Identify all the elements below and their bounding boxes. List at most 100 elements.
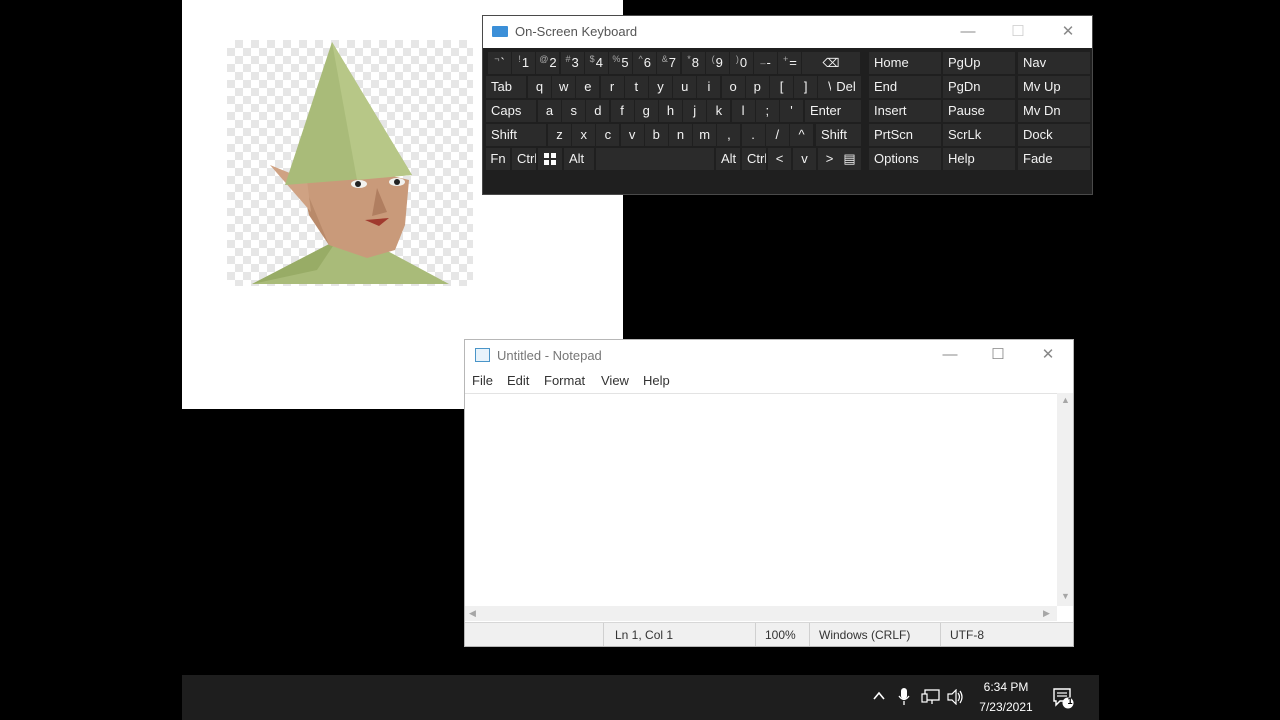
network-icon[interactable] — [921, 688, 941, 706]
key-^[interactable]: ^ — [790, 124, 813, 146]
key-`[interactable]: ¬` — [488, 52, 511, 74]
key-dock[interactable]: Dock — [1018, 124, 1090, 146]
key-f[interactable]: f — [610, 100, 634, 122]
key-z[interactable]: z — [548, 124, 571, 146]
key-2[interactable]: @2 — [536, 52, 560, 74]
key-/[interactable]: / — [765, 124, 789, 146]
chevron-up-icon[interactable] — [872, 689, 886, 703]
key-del[interactable]: Del — [831, 76, 861, 98]
scroll-up-icon[interactable]: ▲ — [1061, 395, 1070, 405]
key-ctrl-right[interactable]: Ctrl — [742, 148, 766, 170]
key-home[interactable]: Home — [869, 52, 941, 74]
notepad-titlebar[interactable]: Untitled - Notepad — ☐ ✕ — [465, 340, 1073, 370]
key-down-arrow[interactable]: v — [793, 148, 816, 170]
key-windows[interactable] — [538, 148, 562, 170]
key-shift-left[interactable]: Shift — [486, 124, 546, 146]
microphone-icon[interactable] — [898, 687, 910, 707]
key-7[interactable]: &7 — [657, 52, 681, 74]
key-caps[interactable]: Caps — [486, 100, 536, 122]
maximize-button[interactable]: ☐ — [975, 340, 1021, 370]
menu-file[interactable]: File — [472, 373, 493, 388]
minimize-button[interactable]: — — [927, 340, 973, 370]
key-prtscn[interactable]: PrtScn — [869, 124, 941, 146]
key-help[interactable]: Help — [943, 148, 1015, 170]
menu-edit[interactable]: Edit — [507, 373, 529, 388]
key-r[interactable]: r — [600, 76, 624, 98]
osk-titlebar[interactable]: On-Screen Keyboard — ☐ ✕ — [483, 16, 1092, 48]
key-s[interactable]: s — [562, 100, 586, 122]
key-3[interactable]: #3 — [560, 52, 584, 74]
key-;[interactable]: ; — [755, 100, 779, 122]
key-x[interactable]: x — [572, 124, 596, 146]
vertical-scrollbar[interactable]: ▲ ▼ — [1057, 393, 1073, 606]
key-c[interactable]: c — [596, 124, 620, 146]
key-nav[interactable]: Nav — [1018, 52, 1090, 74]
scroll-right-icon[interactable]: ▶ — [1043, 608, 1050, 619]
menu-help[interactable]: Help — [643, 373, 670, 388]
key-'[interactable]: ' — [780, 100, 803, 122]
key-a[interactable]: a — [538, 100, 561, 122]
key-tab[interactable]: Tab — [486, 76, 526, 98]
key--[interactable]: _- — [754, 52, 778, 74]
key-d[interactable]: d — [586, 100, 610, 122]
key-1[interactable]: !1 — [512, 52, 536, 74]
key-v[interactable]: v — [620, 124, 644, 146]
scroll-down-icon[interactable]: ▼ — [1061, 591, 1070, 601]
close-button[interactable]: ✕ — [1025, 340, 1071, 370]
scroll-left-icon[interactable]: ◀ — [469, 608, 476, 619]
key-n[interactable]: n — [669, 124, 692, 146]
key-insert[interactable]: Insert — [869, 100, 941, 122]
key-shift-right[interactable]: Shift — [816, 124, 861, 146]
key-u[interactable]: u — [673, 76, 697, 98]
key-mv-up[interactable]: Mv Up — [1018, 76, 1090, 98]
key-space[interactable] — [596, 148, 714, 170]
key-menu[interactable]: ▤ — [838, 148, 861, 170]
horizontal-scrollbar[interactable]: ◀ ▶ — [465, 606, 1057, 621]
key-b[interactable]: b — [644, 124, 668, 146]
key-q[interactable]: q — [528, 76, 551, 98]
minimize-button[interactable]: — — [945, 16, 991, 48]
text-editor-area[interactable] — [465, 393, 1057, 607]
key-,[interactable]: , — [717, 124, 741, 146]
key-9[interactable]: (9 — [705, 52, 729, 74]
key-p[interactable]: p — [745, 76, 769, 98]
key-[[interactable]: [ — [770, 76, 793, 98]
clock-date[interactable]: 7/23/2021 — [975, 700, 1037, 714]
key-y[interactable]: y — [649, 76, 672, 98]
key-mv-dn[interactable]: Mv Dn — [1018, 100, 1090, 122]
key-options[interactable]: Options — [869, 148, 941, 170]
key-ctrl-left[interactable]: Ctrl — [512, 148, 536, 170]
key-j[interactable]: j — [683, 100, 707, 122]
key-m[interactable]: m — [693, 124, 717, 146]
key-end[interactable]: End — [869, 76, 941, 98]
key-t[interactable]: t — [624, 76, 648, 98]
key-e[interactable]: e — [576, 76, 600, 98]
key-pause[interactable]: Pause — [943, 100, 1015, 122]
volume-icon[interactable] — [947, 689, 965, 705]
backspace-key[interactable]: ⌫ — [802, 52, 860, 74]
key-g[interactable]: g — [634, 100, 658, 122]
key-o[interactable]: o — [721, 76, 745, 98]
key-.[interactable]: . — [741, 124, 765, 146]
key-scrlk[interactable]: ScrLk — [943, 124, 1015, 146]
key-][interactable]: ] — [794, 76, 818, 98]
key-enter[interactable]: Enter — [805, 100, 861, 122]
key-0[interactable]: )0 — [730, 52, 753, 74]
key-pgdn[interactable]: PgDn — [943, 76, 1015, 98]
key-w[interactable]: w — [552, 76, 576, 98]
menu-format[interactable]: Format — [544, 373, 585, 388]
key-left-arrow[interactable]: < — [768, 148, 791, 170]
maximize-button[interactable]: ☐ — [995, 16, 1041, 48]
key-fade[interactable]: Fade — [1018, 148, 1090, 170]
key-6[interactable]: ^6 — [633, 52, 657, 74]
key-pgup[interactable]: PgUp — [943, 52, 1015, 74]
key-4[interactable]: $4 — [584, 52, 608, 74]
close-button[interactable]: ✕ — [1045, 16, 1091, 48]
key-l[interactable]: l — [731, 100, 755, 122]
key-alt-left[interactable]: Alt — [564, 148, 594, 170]
key-=[interactable]: += — [778, 52, 802, 74]
key-5[interactable]: %5 — [609, 52, 632, 74]
key-i[interactable]: i — [697, 76, 721, 98]
key-fn[interactable]: Fn — [486, 148, 510, 170]
key-k[interactable]: k — [707, 100, 731, 122]
